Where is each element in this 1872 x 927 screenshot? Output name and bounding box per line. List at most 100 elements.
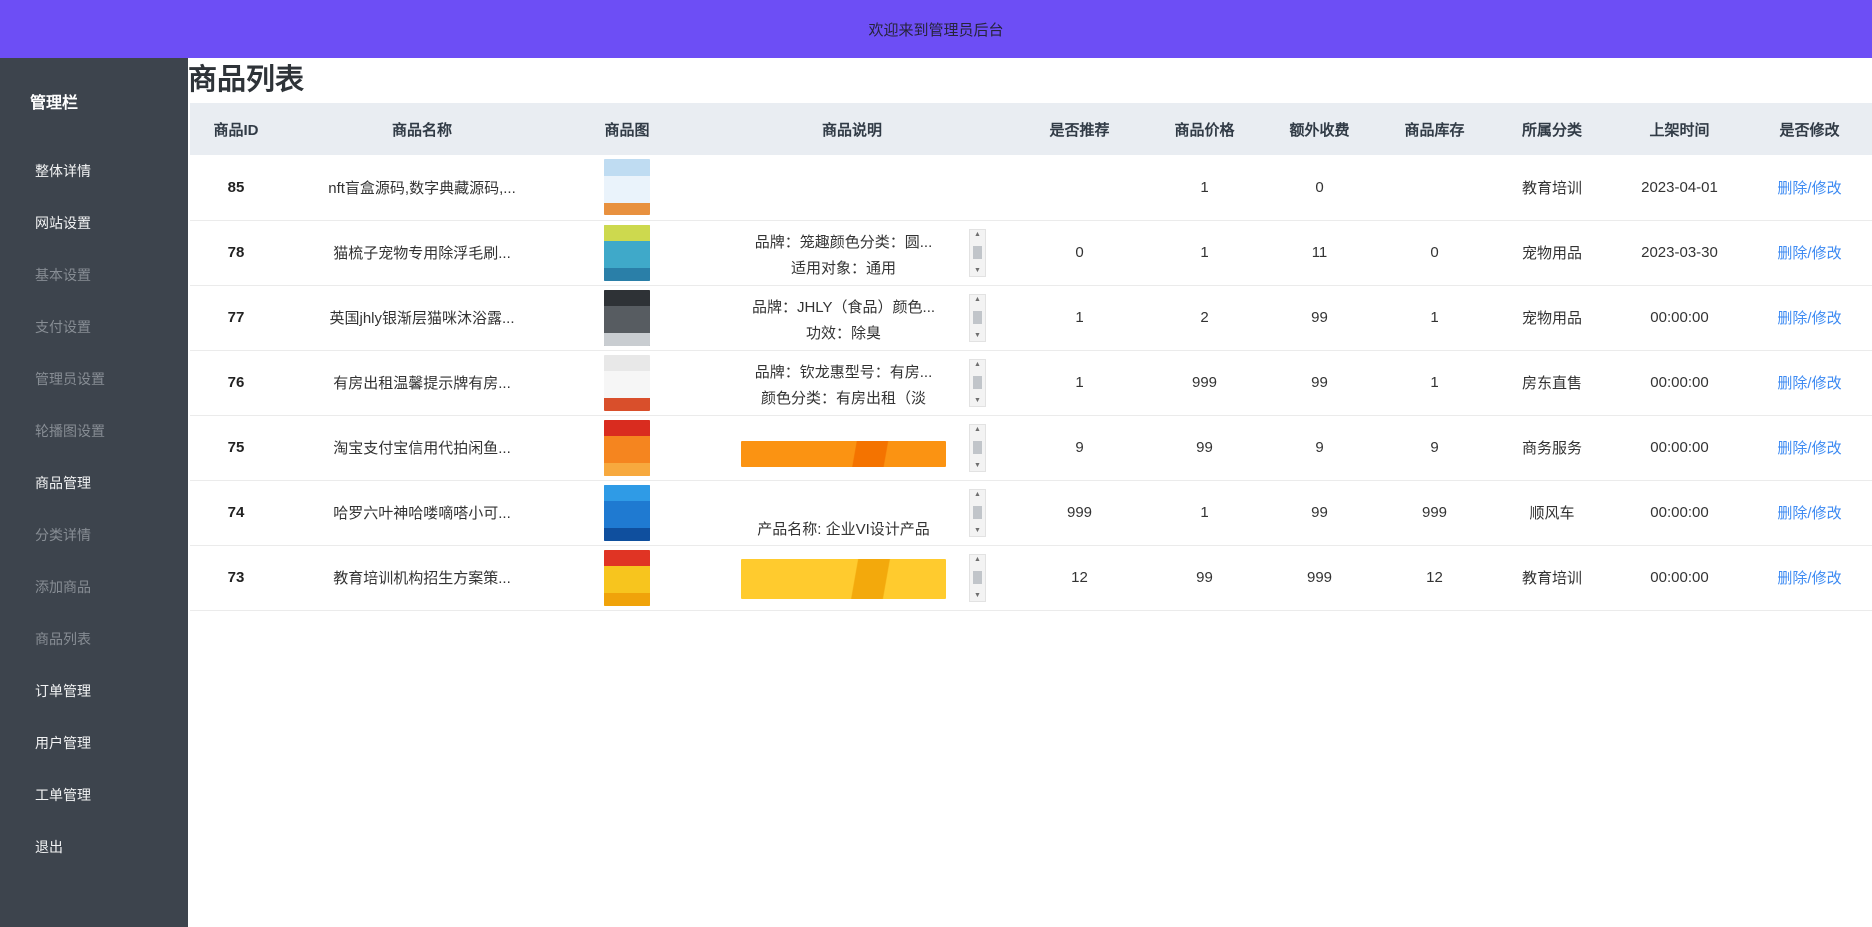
product-extra-fee: 99 — [1262, 480, 1377, 545]
product-category: 顺风车 — [1492, 480, 1612, 545]
scroll-down-icon[interactable]: ▼ — [974, 592, 981, 600]
thumb-bottom-area — [604, 268, 650, 280]
rental-sign-photo — [604, 355, 650, 411]
product-recommend: 0 — [1012, 220, 1147, 285]
main-content: 商品列表 商品ID商品名称商品图商品说明是否推荐商品价格额外收费商品库存所属分类… — [188, 58, 1872, 927]
sidebar-item-3[interactable]: 基本设置 — [0, 249, 188, 301]
scrollbar-thumb[interactable] — [973, 311, 982, 324]
product-time: 2023-03-30 — [1612, 220, 1747, 285]
textarea-scrollbar[interactable]: ▲▼ — [969, 554, 986, 602]
thumb-bottom-area — [604, 203, 650, 215]
product-time: 00:00:00 — [1612, 350, 1747, 415]
product-image-cell — [562, 350, 692, 415]
delete-edit-link[interactable]: 删除/修改 — [1777, 570, 1841, 587]
yellow-banner-image — [741, 559, 946, 599]
scrollbar-thumb[interactable] — [973, 571, 982, 584]
scroll-up-icon[interactable]: ▲ — [974, 296, 981, 304]
thumb-bottom-area — [604, 528, 650, 540]
product-description-cell: ▲▼ — [692, 415, 1012, 480]
delete-edit-link[interactable]: 删除/修改 — [1777, 180, 1841, 197]
education-poster-photo — [604, 550, 650, 606]
textarea-scrollbar[interactable]: ▲▼ — [969, 489, 986, 537]
product-image-cell — [562, 415, 692, 480]
product-extra-fee: 99 — [1262, 285, 1377, 350]
product-image-cell — [562, 545, 692, 610]
description-line: 品牌：钦龙惠型号：有房... — [718, 360, 969, 386]
product-extra-fee: 11 — [1262, 220, 1377, 285]
sidebar-item-7[interactable]: 商品管理 — [0, 457, 188, 509]
scrollbar-thumb[interactable] — [973, 246, 982, 259]
product-time: 00:00:00 — [1612, 285, 1747, 350]
column-header: 是否修改 — [1747, 103, 1872, 155]
description-textarea[interactable]: ▲▼ — [718, 554, 986, 602]
product-image-cell — [562, 220, 692, 285]
scroll-down-icon[interactable]: ▼ — [974, 267, 981, 275]
scrollbar-thumb[interactable] — [973, 376, 982, 389]
delete-edit-link[interactable]: 删除/修改 — [1777, 375, 1841, 392]
table-header-row: 商品ID商品名称商品图商品说明是否推荐商品价格额外收费商品库存所属分类上架时间是… — [190, 103, 1872, 155]
description-textarea[interactable]: ▲▼ — [718, 424, 986, 472]
sidebar-item-2[interactable]: 网站设置 — [0, 197, 188, 249]
description-textarea[interactable]: 产品名称: 企业VI设计产品▲▼ — [718, 489, 986, 537]
scroll-down-icon[interactable]: ▼ — [974, 397, 981, 405]
table-row: 74哈罗六叶神哈喽嘀嗒小可...产品名称: 企业VI设计产品▲▼99919999… — [190, 480, 1872, 545]
product-id: 76 — [190, 350, 282, 415]
product-extra-fee: 999 — [1262, 545, 1377, 610]
cat-shampoo-photo — [604, 290, 650, 346]
scroll-up-icon[interactable]: ▲ — [974, 231, 981, 239]
sidebar-item-12[interactable]: 用户管理 — [0, 717, 188, 769]
scrollbar-thumb[interactable] — [973, 506, 982, 519]
product-id: 78 — [190, 220, 282, 285]
product-price: 999 — [1147, 350, 1262, 415]
delete-edit-link[interactable]: 删除/修改 — [1777, 245, 1841, 262]
sidebar-item-5[interactable]: 管理员设置 — [0, 353, 188, 405]
textarea-scrollbar[interactable]: ▲▼ — [969, 229, 986, 277]
product-stock: 1 — [1377, 285, 1492, 350]
scroll-down-icon[interactable]: ▼ — [974, 462, 981, 470]
product-recommend: 12 — [1012, 545, 1147, 610]
sidebar-item-11[interactable]: 订单管理 — [0, 665, 188, 717]
scroll-down-icon[interactable]: ▼ — [974, 527, 981, 535]
product-name: 猫梳子宠物专用除浮毛刷... — [282, 220, 562, 285]
scroll-up-icon[interactable]: ▲ — [974, 361, 981, 369]
product-stock: 999 — [1377, 480, 1492, 545]
textarea-scrollbar[interactable]: ▲▼ — [969, 294, 986, 342]
product-stock: 12 — [1377, 545, 1492, 610]
description-textarea[interactable]: 品牌：笼趣颜色分类：圆...适用对象：通用▲▼ — [718, 229, 986, 277]
product-description-cell: 品牌：笼趣颜色分类：圆...适用对象：通用▲▼ — [692, 220, 1012, 285]
column-header: 商品名称 — [282, 103, 562, 155]
product-table: 商品ID商品名称商品图商品说明是否推荐商品价格额外收费商品库存所属分类上架时间是… — [190, 103, 1872, 611]
delete-edit-link[interactable]: 删除/修改 — [1777, 310, 1841, 327]
sidebar-item-8[interactable]: 分类详情 — [0, 509, 188, 561]
product-extra-fee: 0 — [1262, 155, 1377, 220]
scroll-up-icon[interactable]: ▲ — [974, 491, 981, 499]
column-header: 额外收费 — [1262, 103, 1377, 155]
sidebar-item-4[interactable]: 支付设置 — [0, 301, 188, 353]
scroll-up-icon[interactable]: ▲ — [974, 556, 981, 564]
scrollbar-thumb[interactable] — [973, 441, 982, 454]
product-image-cell — [562, 480, 692, 545]
sidebar-item-10[interactable]: 商品列表 — [0, 613, 188, 665]
sidebar-item-14[interactable]: 退出 — [0, 821, 188, 873]
product-description-cell: 品牌：JHLY（食品）颜色...功效：除臭▲▼ — [692, 285, 1012, 350]
scroll-down-icon[interactable]: ▼ — [974, 332, 981, 340]
product-recommend: 9 — [1012, 415, 1147, 480]
delete-edit-link[interactable]: 删除/修改 — [1777, 440, 1841, 457]
sidebar-item-13[interactable]: 工单管理 — [0, 769, 188, 821]
product-time: 00:00:00 — [1612, 415, 1747, 480]
delete-edit-link[interactable]: 删除/修改 — [1777, 505, 1841, 522]
scroll-up-icon[interactable]: ▲ — [974, 426, 981, 434]
textarea-scrollbar[interactable]: ▲▼ — [969, 424, 986, 472]
product-action-cell: 删除/修改 — [1747, 415, 1872, 480]
thumb-top-area — [604, 290, 650, 307]
description-textarea[interactable]: 品牌：钦龙惠型号：有房...颜色分类：有房出租（淡▲▼ — [718, 359, 986, 407]
product-time: 00:00:00 — [1612, 480, 1747, 545]
sidebar-item-1[interactable]: 整体详情 — [0, 145, 188, 197]
thumb-bottom-area — [604, 333, 650, 345]
description-text — [718, 555, 969, 601]
description-line: 功效：除臭 — [718, 321, 969, 341]
description-textarea[interactable]: 品牌：JHLY（食品）颜色...功效：除臭▲▼ — [718, 294, 986, 342]
textarea-scrollbar[interactable]: ▲▼ — [969, 359, 986, 407]
sidebar-item-6[interactable]: 轮播图设置 — [0, 405, 188, 457]
sidebar-item-9[interactable]: 添加商品 — [0, 561, 188, 613]
